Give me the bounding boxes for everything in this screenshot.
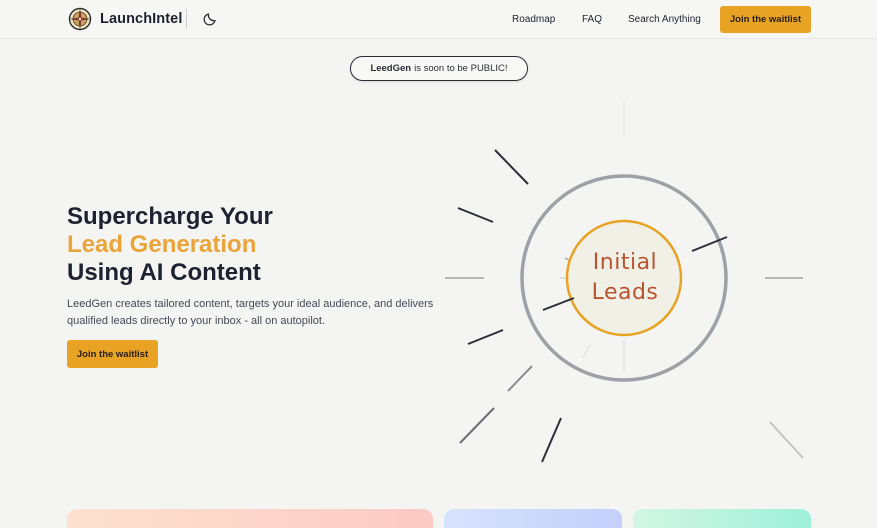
feature-card-3 (633, 509, 811, 528)
nav-faq-link[interactable]: FAQ (582, 14, 602, 25)
join-waitlist-hero-button[interactable]: Join the waitlist (67, 340, 158, 368)
center-label-line1: Initial (592, 250, 658, 275)
ray (494, 149, 529, 185)
ray (467, 329, 504, 345)
top-navbar: LaunchIntel Roadmap FAQ Search Anything … (0, 0, 877, 39)
compass-logo-icon[interactable] (68, 7, 92, 31)
nav-roadmap-link[interactable]: Roadmap (512, 14, 555, 25)
announcement-pill[interactable]: LeedGen is soon to be PUBLIC! (350, 56, 528, 81)
hero-title-line3: Using AI Content (67, 259, 261, 286)
moon-icon[interactable] (202, 11, 218, 27)
feature-card-2 (444, 509, 622, 528)
faint-ray (582, 344, 591, 359)
join-waitlist-header-button[interactable]: Join the waitlist (720, 6, 811, 33)
hero-subtitle: LeedGen creates tailored content, target… (67, 298, 434, 327)
ray (507, 365, 533, 392)
hero-title-line2: Lead Generation (67, 231, 257, 258)
announcement-product: LeedGen (370, 63, 412, 74)
ray (769, 421, 804, 459)
announcement-text: is soon to be PUBLIC! (414, 63, 508, 74)
ray (459, 407, 495, 444)
center-label-line2: Leads (591, 280, 659, 305)
hero-title: Supercharge Your Lead Generation Using A… (67, 203, 273, 287)
ray (541, 417, 562, 463)
brand-name[interactable]: LaunchIntel (100, 11, 182, 27)
hero-title-line1: Supercharge Your (67, 203, 273, 230)
initial-leads-label: Initial Leads (566, 248, 684, 308)
feature-card-1 (67, 509, 433, 528)
header-divider (186, 9, 187, 29)
nav-search-link[interactable]: Search Anything (628, 14, 701, 25)
ray (457, 207, 494, 223)
